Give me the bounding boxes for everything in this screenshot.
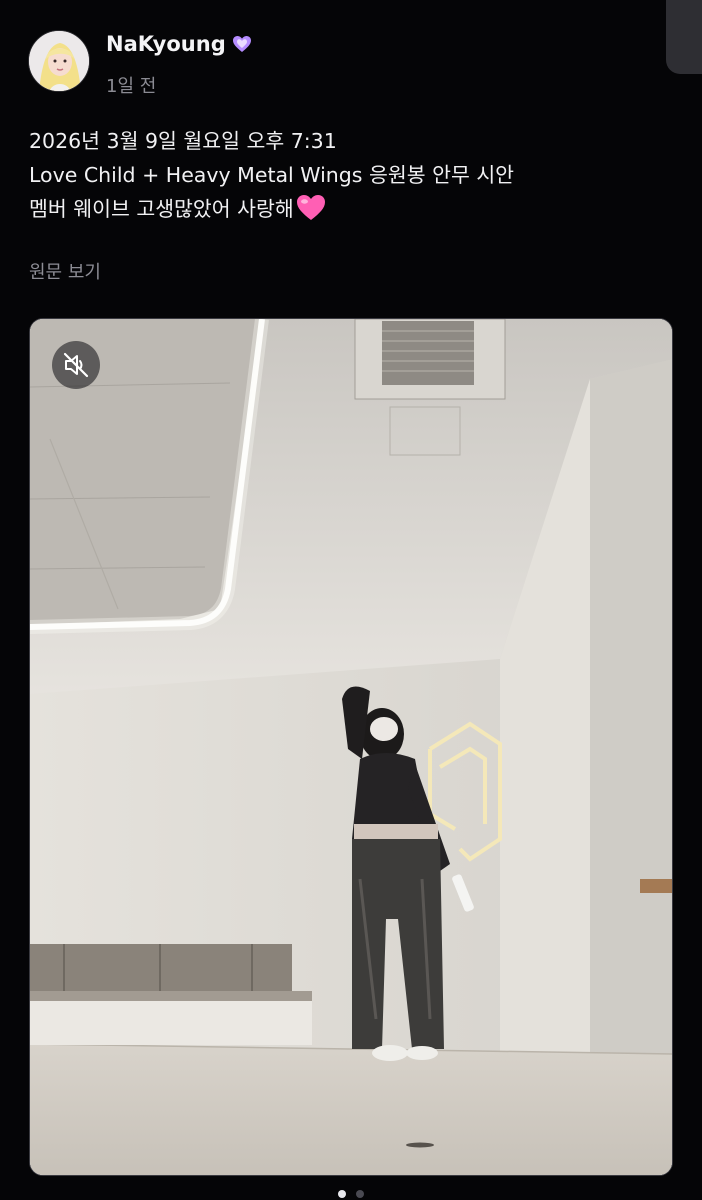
post-line-message-text: 멤버 웨이브 고생많았어 사랑해 [29, 197, 294, 221]
mute-toggle-button[interactable] [52, 341, 100, 389]
post-line-message: 멤버 웨이브 고생많았어 사랑해 [29, 192, 679, 226]
video-frame [30, 319, 672, 1175]
post-text: 2026년 3월 9일 월요일 오후 7:31 Love Child + Hea… [29, 124, 679, 226]
media-pager [0, 1190, 702, 1200]
speaker-muted-icon [63, 352, 89, 378]
view-original-link[interactable]: 원문 보기 [29, 258, 101, 284]
post-line-title: Love Child + Heavy Metal Wings 응원봉 안무 시안 [29, 163, 515, 187]
pink-heart-emoji [296, 195, 325, 220]
post-view: NaKyoung 1일 전 2026년 3월 9일 월요일 오후 7:31 Lo… [0, 0, 702, 1200]
pager-dot[interactable] [356, 1190, 364, 1198]
video-player[interactable] [29, 318, 673, 1176]
post-line-date: 2026년 3월 9일 월요일 오후 7:31 [29, 129, 337, 153]
purple-heart-badge-icon [232, 36, 251, 52]
author-name[interactable]: NaKyoung [106, 32, 252, 56]
pager-dot-active[interactable] [338, 1190, 346, 1198]
scrollbar-thumb[interactable] [666, 0, 702, 74]
avatar[interactable] [28, 30, 90, 92]
author-name-text: NaKyoung [106, 32, 226, 56]
avatar-photo [29, 31, 89, 91]
post-time: 1일 전 [106, 76, 157, 97]
